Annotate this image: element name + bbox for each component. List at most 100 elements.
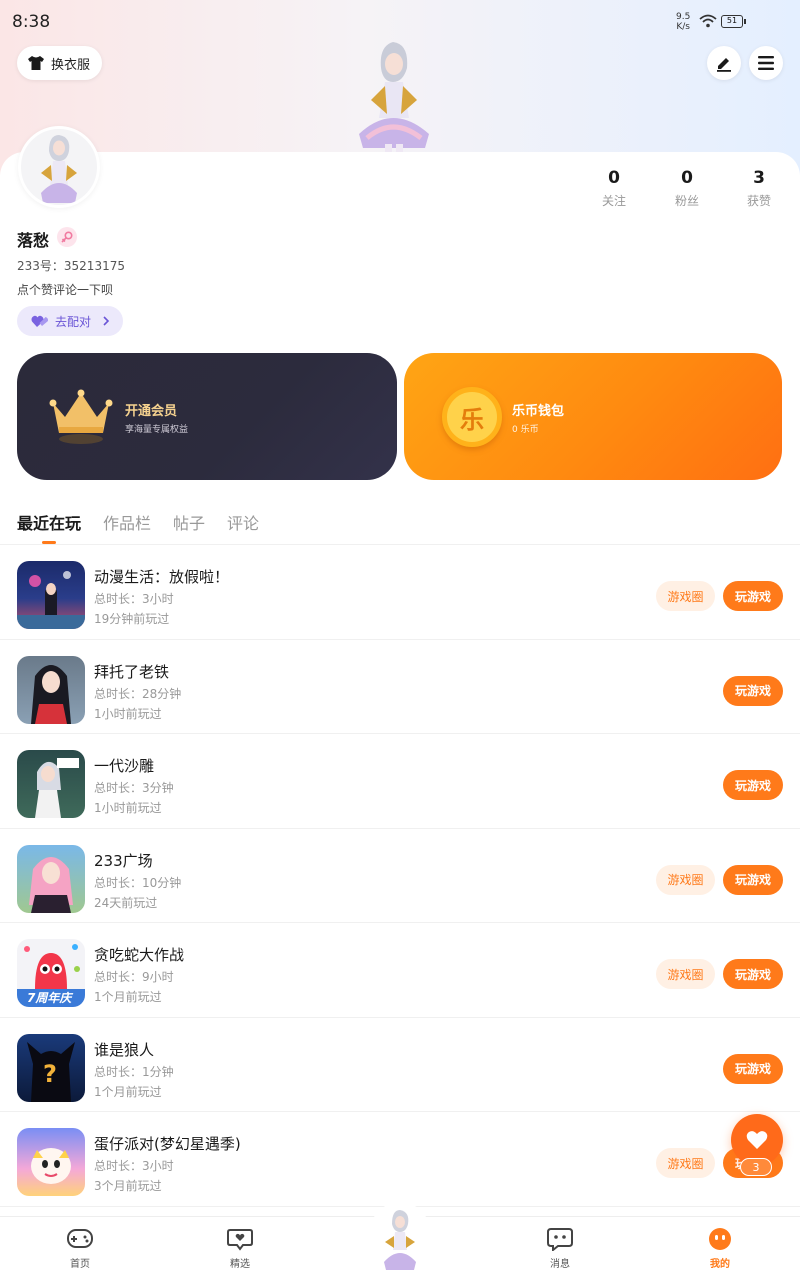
game-circle-button[interactable]: 游戏圈: [656, 1148, 715, 1178]
profile-face-icon: [709, 1228, 731, 1250]
snake-banner-text: 7周年庆: [27, 991, 72, 1005]
stat-label: 获赞: [746, 194, 771, 208]
wallet-balance: 0 乐币: [512, 425, 539, 435]
match-label: 去配对: [55, 314, 92, 329]
gamepad-icon: [67, 1229, 93, 1248]
game-icon-eggy-party: [17, 1128, 85, 1196]
recent-games-list: 动漫生活：放假啦！ 总时长：3小时 19分钟前玩过 游戏圈 玩游戏 拜托了老铁 …: [0, 545, 800, 1207]
vip-membership-card[interactable]: 开通会员 享海量专属权益: [17, 353, 397, 480]
stat-followers[interactable]: 0 粉丝: [657, 168, 717, 209]
game-row[interactable]: 一代沙雕 总时长：3分钟 1小时前玩过 玩游戏: [0, 734, 800, 829]
game-duration: 总时长：28分钟: [94, 686, 182, 701]
play-game-button[interactable]: 玩游戏: [723, 959, 783, 989]
game-circle-button[interactable]: 游戏圈: [656, 581, 715, 611]
game-icon-werewolf: ?: [17, 1033, 85, 1102]
game-row[interactable]: 7周年庆 贪吃蛇大作战 总时长：9小时 1个月前玩过 游戏圈 玩游戏: [0, 923, 800, 1018]
tab-recently-played[interactable]: 最近在玩: [17, 510, 81, 544]
nav-featured[interactable]: 精选: [210, 1227, 270, 1270]
vip-title: 开通会员: [125, 404, 178, 419]
game-name: 蛋仔派对(梦幻星遇季): [94, 1135, 241, 1153]
game-circle-button[interactable]: 游戏圈: [656, 864, 715, 895]
game-icon-anime-life: [17, 561, 85, 629]
stat-following[interactable]: 0 关注: [584, 168, 644, 209]
nav-label: 首页: [70, 1259, 90, 1270]
stat-label: 粉丝: [674, 194, 699, 208]
nav-avatar-center[interactable]: [370, 1202, 430, 1272]
floating-badge: 3: [740, 1158, 772, 1176]
game-last-played: 19分钟前玩过: [94, 612, 170, 626]
game-row[interactable]: 蛋仔派对(梦幻星遇季) 总时长：3小时 3个月前玩过 游戏圈 玩游戏: [0, 1112, 800, 1207]
menu-icon: [758, 56, 774, 70]
game-duration: 总时长：3分钟: [94, 781, 174, 795]
nav-home[interactable]: 首页: [50, 1227, 110, 1270]
werewolf-question-glyph: ?: [43, 1059, 57, 1088]
crown-icon: [49, 389, 113, 444]
game-duration: 总时长：10分钟: [94, 875, 182, 890]
tab-works[interactable]: 作品栏: [103, 510, 151, 534]
game-last-played: 1个月前玩过: [94, 990, 162, 1004]
game-last-played: 24天前玩过: [94, 895, 158, 910]
avatar[interactable]: [18, 126, 100, 208]
vip-subtitle: 享海量专属权益: [125, 425, 189, 435]
game-last-played: 1个月前玩过: [94, 1084, 162, 1099]
stat-value: 0: [608, 168, 620, 188]
hero-avatar-figure: [359, 42, 429, 156]
play-game-button[interactable]: 玩游戏: [723, 770, 783, 800]
game-last-played: 1小时前玩过: [94, 706, 162, 721]
play-game-button[interactable]: 玩游戏: [723, 581, 783, 611]
female-gender-icon: [57, 227, 77, 247]
play-game-button[interactable]: 玩游戏: [723, 864, 783, 895]
hearts-icon: [31, 315, 49, 327]
profile-tabs: 最近在玩 作品栏 帖子 评论: [17, 510, 259, 544]
game-duration: 总时长：9小时: [94, 970, 174, 984]
user-bio: 点个赞评论一下呗: [17, 283, 114, 297]
user-id: 233号：35213175: [17, 259, 125, 273]
game-row[interactable]: 拜托了老铁 总时长：28分钟 1小时前玩过 玩游戏: [0, 640, 800, 734]
nav-label: 消息: [550, 1259, 570, 1270]
heart-icon: [746, 1131, 768, 1149]
coin-icon: 乐: [442, 387, 502, 447]
wallet-title: 乐币钱包: [512, 404, 565, 419]
nav-label: 我的: [710, 1259, 730, 1270]
game-name: 动漫生活：放假啦！: [94, 568, 230, 586]
heart-chat-icon: [227, 1229, 253, 1251]
battery-icon: 51: [721, 15, 746, 28]
nav-profile[interactable]: 我的: [690, 1227, 750, 1270]
tab-posts[interactable]: 帖子: [173, 510, 205, 534]
chevron-right-icon: [103, 316, 110, 326]
game-name: 一代沙雕: [94, 757, 155, 775]
wifi-icon: [699, 14, 717, 28]
stat-value: 3: [753, 168, 765, 188]
tshirt-icon: [28, 56, 44, 70]
game-icon-233-plaza: [17, 844, 85, 913]
play-game-button[interactable]: 玩游戏: [723, 1053, 783, 1084]
change-outfit-button[interactable]: 换衣服: [17, 46, 103, 80]
pen-icon: [717, 58, 731, 72]
nav-label: 精选: [230, 1259, 250, 1270]
nav-messages[interactable]: 消息: [530, 1227, 590, 1270]
game-row[interactable]: 233广场 总时长：10分钟 24天前玩过 游戏圈 玩游戏: [0, 829, 800, 923]
avatar-figure-small: [384, 1210, 416, 1270]
wallet-card[interactable]: 乐 乐币钱包 0 乐币: [404, 353, 782, 480]
play-game-button[interactable]: 玩游戏: [723, 675, 783, 706]
menu-button[interactable]: [749, 46, 783, 80]
game-duration: 总时长：3小时: [94, 1159, 174, 1173]
game-duration: 总时长：1分钟: [94, 1064, 174, 1079]
game-name: 谁是狼人: [94, 1040, 155, 1059]
match-button[interactable]: 去配对: [17, 306, 123, 336]
game-row[interactable]: ? 谁是狼人 总时长：1分钟 1个月前玩过 玩游戏: [0, 1018, 800, 1112]
message-icon: [547, 1228, 573, 1251]
tab-comments[interactable]: 评论: [227, 510, 259, 534]
stat-likes[interactable]: 3 获赞: [729, 168, 789, 209]
game-circle-button[interactable]: 游戏圈: [656, 959, 715, 989]
stat-value: 0: [681, 168, 693, 188]
game-name: 拜托了老铁: [94, 662, 170, 681]
edit-profile-button[interactable]: [707, 46, 741, 80]
game-icon-snake: 7周年庆: [17, 939, 85, 1007]
avatar-figure: [41, 135, 77, 203]
username: 落愁: [17, 231, 50, 250]
game-last-played: 3个月前玩过: [94, 1179, 162, 1193]
game-name: 贪吃蛇大作战: [94, 946, 185, 964]
coin-glyph: 乐: [460, 405, 484, 434]
game-row[interactable]: 动漫生活：放假啦！ 总时长：3小时 19分钟前玩过 游戏圈 玩游戏: [0, 545, 800, 640]
